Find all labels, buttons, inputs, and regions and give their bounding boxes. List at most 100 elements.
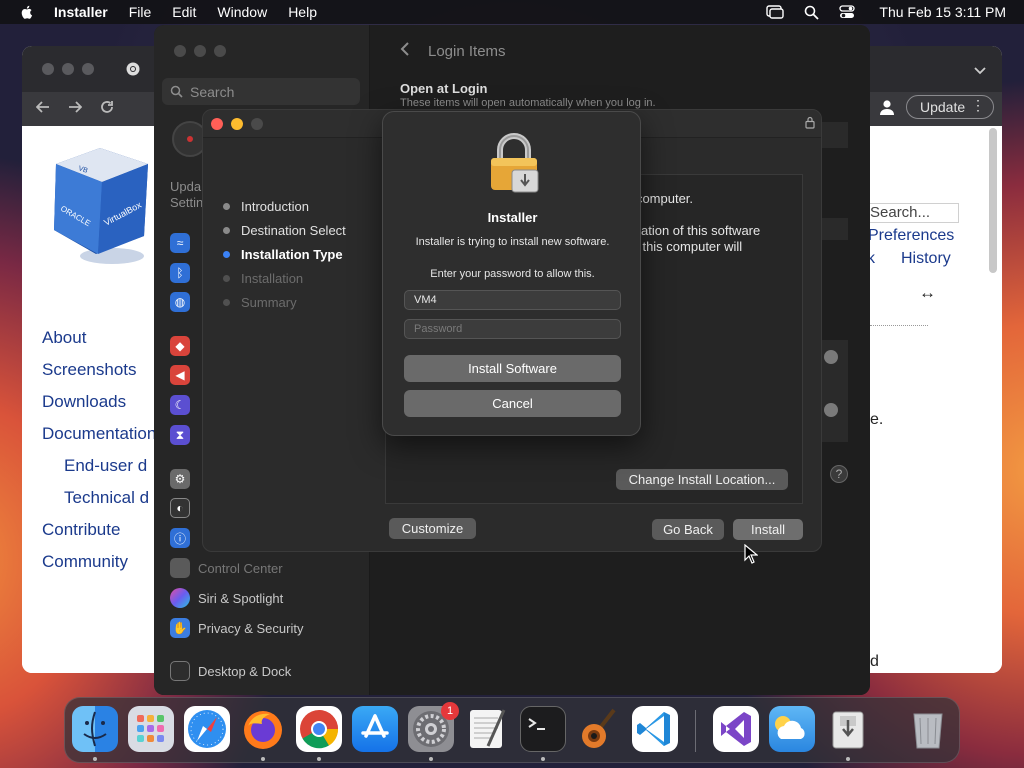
screen-mirroring-icon[interactable] (766, 5, 785, 19)
network-globe-icon: ◍ (170, 292, 190, 312)
sidebar-item-sound[interactable]: ◀ (170, 364, 198, 386)
cancel-button[interactable]: Cancel (404, 390, 621, 417)
chrome-tab-icon[interactable] (126, 62, 140, 81)
installer-close-button[interactable] (211, 118, 223, 130)
browser-zoom-button[interactable] (82, 63, 94, 75)
sidebar-item-siri-spotlight[interactable]: Siri & Spotlight (170, 587, 283, 609)
sidebar-item-notifications[interactable]: ◆ (170, 335, 198, 357)
menu-edit[interactable]: Edit (172, 4, 196, 20)
nav-link-contribute[interactable]: Contribute (42, 514, 156, 546)
dock-installer-icon[interactable] (825, 706, 871, 752)
wifi-icon: ≈ (170, 233, 190, 253)
settings-card-fragment (822, 122, 848, 148)
dock-trash-icon[interactable] (905, 706, 951, 752)
website-search-input[interactable]: Search... (867, 203, 959, 223)
dock-firefox-icon[interactable] (240, 706, 286, 752)
running-indicator (93, 757, 97, 761)
install-button[interactable]: Install (733, 519, 803, 540)
installer-zoom-button[interactable] (251, 118, 263, 130)
link-history[interactable]: History (901, 250, 951, 268)
dock-terminal-icon[interactable] (520, 706, 566, 752)
step-dot (223, 298, 230, 306)
sidebar-item-focus[interactable]: ☾ (170, 394, 198, 416)
sidebar-item-appearance[interactable]: ◐ (170, 497, 198, 519)
menu-window[interactable]: Window (217, 4, 267, 20)
open-at-login-description: These items will open automatically when… (400, 97, 656, 109)
dock-vscode-icon[interactable] (632, 706, 678, 752)
dock-textedit-icon[interactable] (464, 706, 510, 752)
settings-zoom-button[interactable] (214, 45, 226, 57)
browser-minimize-button[interactable] (62, 63, 74, 75)
nav-link-downloads[interactable]: Downloads (42, 386, 156, 418)
control-center-icon[interactable] (839, 5, 856, 19)
running-indicator (317, 757, 321, 761)
sidebar-item-general[interactable]: ⚙ (170, 468, 198, 490)
toggle-switch-2[interactable] (824, 403, 838, 417)
dock-visual-studio-icon[interactable] (713, 706, 759, 752)
mouse-pointer-icon (744, 544, 758, 564)
step-dot (223, 226, 230, 234)
sidebar-item-bluetooth[interactable]: ᛒ (170, 262, 198, 284)
profile-avatar-icon[interactable] (878, 98, 896, 116)
settings-page-header: Login Items (400, 42, 506, 61)
username-field[interactable] (404, 290, 621, 310)
forward-arrow-icon[interactable] (68, 100, 83, 119)
spotlight-search-icon[interactable] (804, 5, 820, 20)
go-back-button[interactable]: Go Back (652, 519, 724, 540)
sidebar-item-accessibility[interactable]: ⓘ (170, 527, 198, 549)
authentication-dialog: Installer Installer is trying to install… (382, 111, 641, 436)
more-menu-icon[interactable]: ⋮ (971, 97, 985, 114)
settings-search-input[interactable]: Search (162, 78, 360, 105)
dock-safari-icon[interactable] (184, 706, 230, 752)
change-install-location-button[interactable]: Change Install Location... (616, 469, 788, 490)
software-update-label[interactable]: Upda Settin (170, 179, 203, 211)
sound-icon: ◀ (170, 365, 190, 385)
install-software-button[interactable]: Install Software (404, 355, 621, 382)
apple-menu-icon[interactable] (19, 4, 35, 20)
dock-finder-icon[interactable] (72, 706, 118, 752)
nav-link-community[interactable]: Community (42, 546, 156, 578)
menu-file[interactable]: File (129, 4, 152, 20)
dock-launchpad-icon[interactable] (128, 706, 174, 752)
password-field[interactable] (404, 319, 621, 339)
nav-link-technical-docs[interactable]: Technical d (42, 482, 156, 514)
settings-minimize-button[interactable] (194, 45, 206, 57)
browser-close-button[interactable] (42, 63, 54, 75)
link-preferences[interactable]: Preferences (868, 227, 954, 245)
sidebar-item-control-center[interactable]: Control Center (170, 557, 283, 579)
sidebar-item-privacy-security[interactable]: ✋ Privacy & Security (170, 617, 303, 639)
auth-dialog-message: Installer is trying to install new softw… (415, 236, 610, 248)
menu-clock[interactable]: Thu Feb 15 3:11 PM (879, 4, 1006, 20)
sidebar-label-control-center: Control Center (198, 560, 283, 576)
accessibility-icon: ⓘ (170, 528, 190, 548)
nav-link-end-user-docs[interactable]: End-user d (42, 450, 156, 482)
browser-scrollbar[interactable] (989, 128, 997, 273)
dock-garageband-icon[interactable] (576, 706, 622, 752)
back-chevron-icon[interactable] (400, 42, 410, 61)
dock-app-store-icon[interactable] (352, 706, 398, 752)
sidebar-item-wifi[interactable]: ≈ (170, 232, 198, 254)
nav-link-screenshots[interactable]: Screenshots (42, 354, 156, 386)
settings-close-button[interactable] (174, 45, 186, 57)
sidebar-item-desktop-dock[interactable]: Desktop & Dock (170, 660, 291, 682)
nav-link-documentation[interactable]: Documentation (42, 418, 156, 450)
tab-list-chevron-icon[interactable] (974, 64, 986, 78)
help-button[interactable]: ? (830, 465, 848, 483)
notifications-icon: ◆ (170, 336, 190, 356)
dock-icloud-icon[interactable] (769, 706, 815, 752)
menu-app-name[interactable]: Installer (54, 4, 108, 20)
menu-help[interactable]: Help (288, 4, 317, 20)
nav-link-about[interactable]: About (42, 322, 156, 354)
back-arrow-icon[interactable] (35, 100, 50, 119)
running-indicator (846, 757, 850, 761)
sidebar-item-screen-time[interactable]: ⧗ (170, 424, 198, 446)
dock-chrome-icon[interactable] (296, 706, 342, 752)
browser-update-button[interactable]: Update ⋮ (906, 95, 994, 119)
reload-icon[interactable] (100, 100, 114, 119)
customize-button[interactable]: Customize (389, 518, 476, 539)
installer-minimize-button[interactable] (231, 118, 243, 130)
sidebar-item-network[interactable]: ◍ (170, 291, 198, 313)
toggle-switch[interactable] (824, 350, 838, 364)
step-installation: Installation (223, 266, 346, 290)
pane-text-line3: of this computer will (628, 239, 743, 254)
